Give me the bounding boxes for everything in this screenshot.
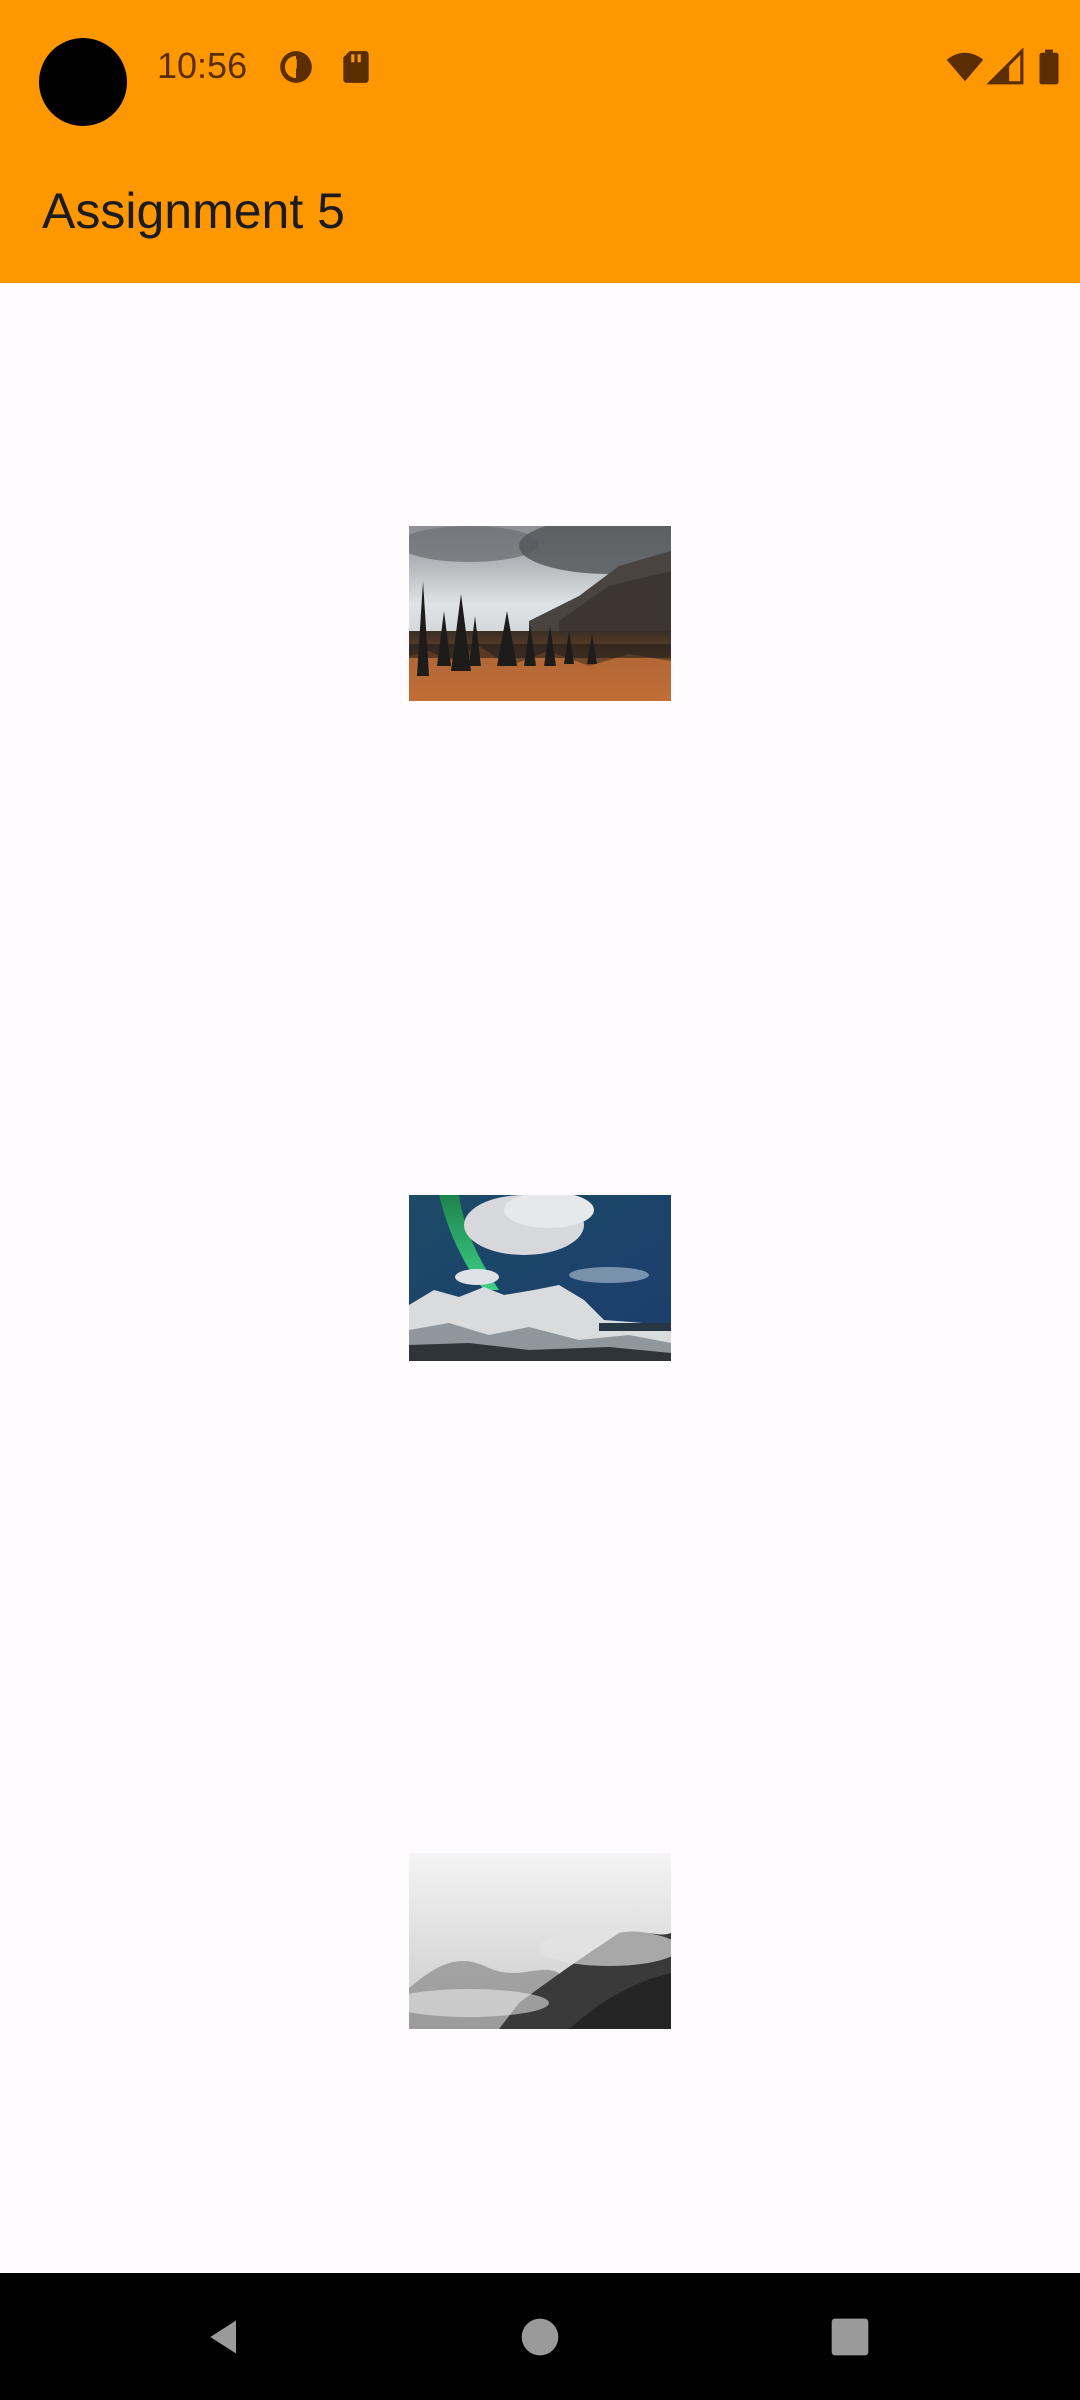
nav-back-button[interactable]: [135, 2273, 315, 2400]
image-list: [0, 283, 1080, 2273]
back-icon: [210, 2320, 236, 2353]
sd-card-icon: [343, 51, 369, 83]
wifi-icon: [946, 52, 984, 82]
aurora-snow-photo: [409, 1195, 671, 1361]
forest-mountain-photo: [409, 526, 671, 701]
data-saver-icon: [280, 51, 312, 83]
status-time: 10:56: [157, 45, 248, 86]
app-screen: 10:56 Assignment 5: [0, 0, 1080, 2400]
battery-icon: [1039, 49, 1059, 85]
home-icon: [521, 2318, 559, 2355]
foggy-mountain-photo: [409, 1853, 671, 2029]
nav-recents-button[interactable]: [760, 2273, 940, 2400]
system-nav-bar: [0, 2273, 1080, 2400]
recents-icon: [831, 2318, 869, 2355]
nav-home-button[interactable]: [450, 2273, 630, 2400]
page-title: Assignment 5: [42, 183, 345, 239]
camera-cutout: [39, 38, 127, 126]
app-header: 10:56 Assignment 5: [0, 0, 1080, 283]
cellular-signal-icon: [987, 48, 1024, 85]
